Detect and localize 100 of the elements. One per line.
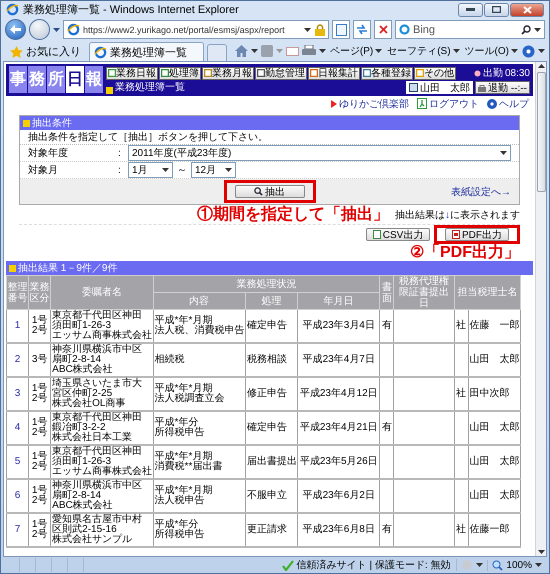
address-field[interactable]: https://www2.yurikago.net/portal/esmsj/aspx/report bbox=[63, 20, 329, 39]
caret-icon bbox=[53, 28, 60, 32]
caret-icon bbox=[452, 49, 460, 53]
arrow-icon bbox=[10, 25, 21, 34]
table-cell: 不服申立 bbox=[245, 479, 298, 513]
document-icon bbox=[452, 230, 460, 239]
column-header: 整理番号 bbox=[6, 276, 29, 310]
table-cell: 確定申告 bbox=[245, 411, 298, 445]
square-icon bbox=[106, 87, 113, 94]
table-cell: 相続税 bbox=[153, 343, 246, 377]
star-icon bbox=[10, 46, 23, 58]
column-header: 委嘱者名 bbox=[50, 276, 154, 310]
back-button[interactable] bbox=[5, 19, 26, 40]
column-header: 内容 bbox=[153, 292, 246, 310]
table-cell: 平成23年3月4日 bbox=[298, 310, 380, 343]
minimize-button[interactable] bbox=[458, 2, 483, 16]
security-zone-text: 信頼済みサイト | 保護モード: 無効 bbox=[296, 558, 450, 572]
scrollbar[interactable] bbox=[535, 62, 546, 556]
printer-icon[interactable] bbox=[302, 45, 316, 57]
caret-icon bbox=[476, 563, 484, 567]
column-header: 書面 bbox=[380, 276, 394, 310]
favorites-button[interactable]: お気に入り bbox=[5, 42, 86, 61]
month-select[interactable]: 1月 bbox=[128, 162, 173, 178]
logo-character: 事 bbox=[9, 66, 27, 93]
nav-button[interactable]: その他 bbox=[414, 66, 456, 80]
table-cell: 届出書提出 bbox=[245, 445, 298, 479]
table-cell: 東京都千代田区神田 鍛冶町3-2-2 株式会社日本工業 bbox=[50, 411, 154, 445]
table-cell: 社 bbox=[454, 377, 468, 411]
field-label: 対象年度 bbox=[28, 146, 69, 160]
row-number-link[interactable]: 4 bbox=[14, 422, 20, 433]
table-cell: 東京都千代田区神田 須田町1-26-3 エッサム商事株式会社 bbox=[50, 310, 154, 343]
table-cell: 税務相談 bbox=[245, 343, 298, 377]
refresh-button[interactable] bbox=[353, 20, 371, 39]
result-note: 抽出結果は↓に表示されます bbox=[395, 208, 520, 222]
page-icon bbox=[310, 69, 318, 77]
dot-icon bbox=[474, 70, 481, 76]
browser-tab[interactable]: 業務処理簿一覧 bbox=[89, 42, 204, 61]
table-cell: 1号 2号 bbox=[28, 445, 51, 479]
menu-button[interactable]: ツール(O) bbox=[464, 44, 519, 58]
maximize-button[interactable] bbox=[484, 2, 509, 16]
table-cell: 田中次郎 bbox=[468, 377, 520, 411]
mail-icon[interactable] bbox=[286, 46, 299, 56]
table-cell: 社 bbox=[454, 513, 468, 547]
nav-button[interactable]: 勤怠管理 bbox=[255, 66, 307, 80]
scroll-thumb[interactable] bbox=[536, 72, 546, 192]
triangle-icon bbox=[331, 100, 337, 108]
forward-button[interactable] bbox=[29, 19, 50, 40]
nav-button[interactable]: 各種登録 bbox=[361, 66, 413, 80]
minimize-icon bbox=[466, 8, 475, 11]
column-header: 年月日 bbox=[298, 292, 380, 310]
colon: : bbox=[118, 148, 122, 158]
zoom-icon bbox=[492, 560, 504, 570]
row-number-link[interactable]: 3 bbox=[14, 388, 20, 399]
link[interactable]: ゆりかご倶楽部 bbox=[331, 96, 409, 110]
year-select[interactable]: 2011年度(平成23年度) bbox=[128, 145, 511, 161]
table-cell: 佐藤 一郎 bbox=[468, 310, 520, 343]
table-cell: 1号 2号 bbox=[28, 310, 51, 343]
scroll-down-icon bbox=[538, 550, 544, 554]
nav-button[interactable]: 業務月報 bbox=[202, 66, 254, 80]
exit-icon bbox=[417, 98, 427, 109]
panel-title: 抽出条件 bbox=[32, 116, 72, 130]
caret-icon bbox=[276, 49, 283, 53]
page-icon bbox=[416, 69, 424, 77]
export-button[interactable]: CSV出力 bbox=[366, 228, 430, 241]
nav-button[interactable]: 日報集計 bbox=[308, 66, 360, 80]
field-label: 対象月 bbox=[28, 164, 59, 177]
link[interactable]: ログアウト bbox=[417, 96, 479, 110]
nav-button[interactable]: 処理簿 bbox=[159, 66, 201, 80]
table-cell: 神奈川県横浜市中区 扇町2-8-14 ABC株式会社 bbox=[50, 343, 154, 377]
cover-settings-link[interactable]: 表紙設定へ→ bbox=[451, 184, 511, 198]
help-icon[interactable] bbox=[522, 44, 535, 58]
month-select[interactable]: 12月 bbox=[191, 162, 236, 178]
clock-out-button[interactable]: 退勤 --:-- bbox=[475, 81, 530, 94]
export-button[interactable]: PDF出力 bbox=[445, 228, 509, 241]
caret-icon bbox=[534, 28, 541, 32]
menu-button[interactable]: セーフティ(S) bbox=[386, 44, 461, 58]
row-number-link[interactable]: 2 bbox=[14, 354, 20, 365]
row-number-link[interactable]: 7 bbox=[14, 524, 20, 535]
home-icon[interactable] bbox=[234, 45, 248, 57]
compatibility-button[interactable] bbox=[332, 20, 350, 39]
panel-title: 抽出結果 1－9件／9件 bbox=[18, 262, 118, 275]
row-number-link[interactable]: 5 bbox=[14, 456, 20, 467]
menu-button[interactable]: ページ(P) bbox=[328, 44, 384, 58]
row-number-link[interactable]: 1 bbox=[14, 320, 20, 331]
search-field[interactable]: Bing bbox=[395, 20, 545, 39]
table-cell: 平成*年*月期 法人税申告 bbox=[153, 479, 246, 513]
extract-button[interactable]: 抽出 bbox=[234, 185, 304, 198]
logo-character: 務 bbox=[28, 66, 46, 93]
nav-button[interactable]: 業務日報 bbox=[106, 66, 158, 80]
close-button[interactable] bbox=[510, 2, 544, 16]
link[interactable]: ヘルプ bbox=[487, 96, 529, 110]
zoom-button[interactable]: 100% bbox=[487, 560, 546, 570]
table-cell: 山田 太郎 bbox=[468, 411, 520, 445]
table-cell: 更正請求 bbox=[245, 513, 298, 547]
annotation-text: ①期間を指定して「抽出」 bbox=[197, 204, 389, 225]
column-header: 税務代理権限証書提出日 bbox=[394, 276, 454, 310]
stop-button[interactable] bbox=[374, 20, 392, 39]
caret-icon bbox=[500, 151, 507, 155]
row-number-link[interactable]: 6 bbox=[14, 490, 20, 501]
search-engine-icon bbox=[399, 24, 410, 35]
